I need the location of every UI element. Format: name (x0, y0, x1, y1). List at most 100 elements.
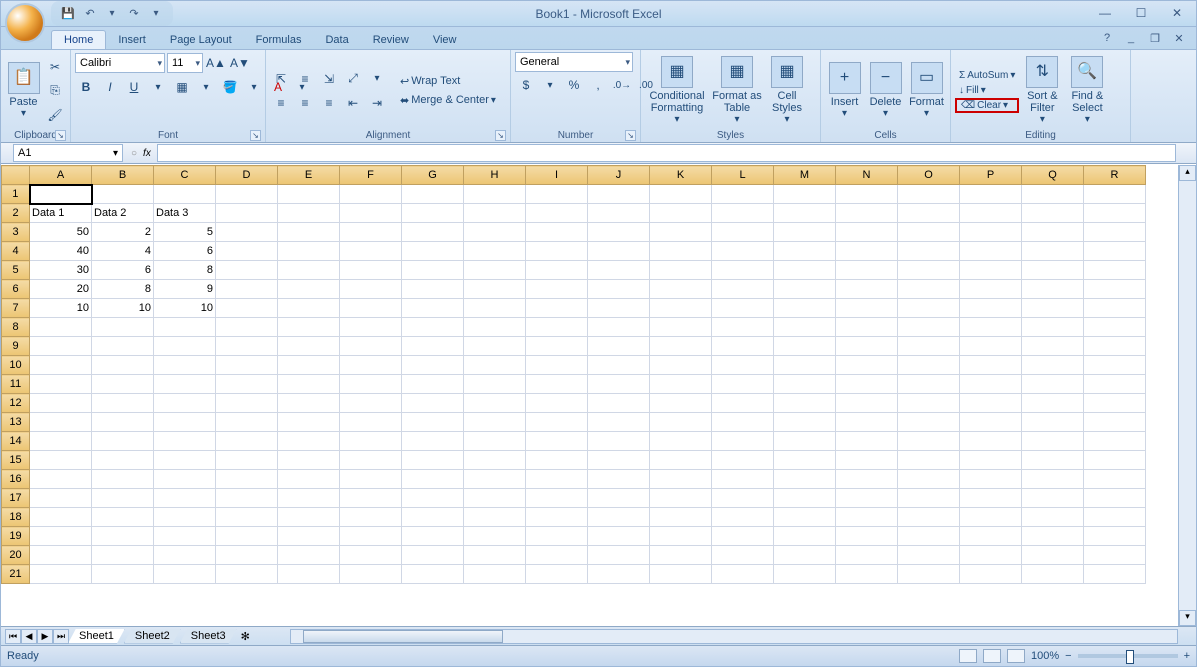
cell-B13[interactable] (92, 413, 154, 432)
cell-K3[interactable] (650, 223, 712, 242)
cell-A14[interactable] (30, 432, 92, 451)
cell-A17[interactable] (30, 489, 92, 508)
conditional-formatting-button[interactable]: ▦Conditional Formatting▾ (645, 55, 709, 127)
cell-F21[interactable] (340, 565, 402, 584)
row-header-2[interactable]: 2 (2, 204, 30, 223)
cell-L15[interactable] (712, 451, 774, 470)
row-header-4[interactable]: 4 (2, 242, 30, 261)
tab-review[interactable]: Review (361, 31, 421, 49)
number-format-combo[interactable]: General (515, 52, 633, 72)
scroll-down-icon[interactable]: ▾ (1179, 610, 1196, 626)
cell-M19[interactable] (774, 527, 836, 546)
cell-G5[interactable] (402, 261, 464, 280)
cell-J21[interactable] (588, 565, 650, 584)
format-as-table-button[interactable]: ▦Format as Table▾ (711, 55, 763, 127)
cell-O2[interactable] (898, 204, 960, 223)
cell-N16[interactable] (836, 470, 898, 489)
cell-A11[interactable] (30, 375, 92, 394)
cell-A6[interactable]: 20 (30, 280, 92, 299)
cell-H6[interactable] (464, 280, 526, 299)
cell-R17[interactable] (1084, 489, 1146, 508)
cell-E10[interactable] (278, 356, 340, 375)
cell-H13[interactable] (464, 413, 526, 432)
col-header-K[interactable]: K (650, 166, 712, 185)
cell-E11[interactable] (278, 375, 340, 394)
col-header-D[interactable]: D (216, 166, 278, 185)
cell-N2[interactable] (836, 204, 898, 223)
cell-O20[interactable] (898, 546, 960, 565)
cell-A2[interactable]: Data 1 (30, 204, 92, 223)
cell-H10[interactable] (464, 356, 526, 375)
cell-M5[interactable] (774, 261, 836, 280)
cell-Q9[interactable] (1022, 337, 1084, 356)
cell-J4[interactable] (588, 242, 650, 261)
cell-L13[interactable] (712, 413, 774, 432)
col-header-Q[interactable]: Q (1022, 166, 1084, 185)
first-sheet-icon[interactable]: ⏮ (5, 629, 21, 644)
name-box[interactable]: A1▾ (13, 144, 123, 162)
cell-B10[interactable] (92, 356, 154, 375)
cell-G1[interactable] (402, 185, 464, 204)
cell-P7[interactable] (960, 299, 1022, 318)
cell-M1[interactable] (774, 185, 836, 204)
cell-P2[interactable] (960, 204, 1022, 223)
cell-B6[interactable]: 8 (92, 280, 154, 299)
sheet-tab-3[interactable]: Sheet3 (180, 629, 237, 644)
cell-R3[interactable] (1084, 223, 1146, 242)
cell-C9[interactable] (154, 337, 216, 356)
cell-D8[interactable] (216, 318, 278, 337)
cell-J18[interactable] (588, 508, 650, 527)
cell-H11[interactable] (464, 375, 526, 394)
cell-H7[interactable] (464, 299, 526, 318)
zoom-slider[interactable] (1078, 654, 1178, 658)
cell-O13[interactable] (898, 413, 960, 432)
cell-J8[interactable] (588, 318, 650, 337)
cell-N15[interactable] (836, 451, 898, 470)
cell-P20[interactable] (960, 546, 1022, 565)
cell-I1[interactable] (526, 185, 588, 204)
cell-I13[interactable] (526, 413, 588, 432)
align-top-icon[interactable]: ⇱ (270, 68, 292, 90)
cell-G9[interactable] (402, 337, 464, 356)
cell-E7[interactable] (278, 299, 340, 318)
cell-O4[interactable] (898, 242, 960, 261)
cell-I6[interactable] (526, 280, 588, 299)
cell-K21[interactable] (650, 565, 712, 584)
cell-C5[interactable]: 8 (154, 261, 216, 280)
cell-N5[interactable] (836, 261, 898, 280)
cell-F3[interactable] (340, 223, 402, 242)
cell-O6[interactable] (898, 280, 960, 299)
row-header-6[interactable]: 6 (2, 280, 30, 299)
cell-G8[interactable] (402, 318, 464, 337)
align-right-icon[interactable]: ≡ (318, 92, 340, 114)
currency-dropdown-icon[interactable]: ▾ (539, 74, 561, 96)
cell-G3[interactable] (402, 223, 464, 242)
decrease-indent-icon[interactable]: ⇤ (342, 92, 364, 114)
help-icon[interactable]: ? (1098, 29, 1116, 47)
cell-L3[interactable] (712, 223, 774, 242)
cell-I3[interactable] (526, 223, 588, 242)
cell-E3[interactable] (278, 223, 340, 242)
cell-H8[interactable] (464, 318, 526, 337)
tab-data[interactable]: Data (313, 31, 360, 49)
cell-N9[interactable] (836, 337, 898, 356)
cell-O18[interactable] (898, 508, 960, 527)
cell-L21[interactable] (712, 565, 774, 584)
cell-G21[interactable] (402, 565, 464, 584)
cell-D3[interactable] (216, 223, 278, 242)
cell-N11[interactable] (836, 375, 898, 394)
cell-N6[interactable] (836, 280, 898, 299)
zoom-in-icon[interactable]: + (1184, 650, 1190, 662)
row-header-3[interactable]: 3 (2, 223, 30, 242)
cell-K13[interactable] (650, 413, 712, 432)
cell-M17[interactable] (774, 489, 836, 508)
row-header-19[interactable]: 19 (2, 527, 30, 546)
cell-R6[interactable] (1084, 280, 1146, 299)
underline-dropdown-icon[interactable]: ▾ (147, 76, 169, 98)
cell-J13[interactable] (588, 413, 650, 432)
row-header-18[interactable]: 18 (2, 508, 30, 527)
cell-D7[interactable] (216, 299, 278, 318)
cell-C19[interactable] (154, 527, 216, 546)
cell-C20[interactable] (154, 546, 216, 565)
cell-R1[interactable] (1084, 185, 1146, 204)
